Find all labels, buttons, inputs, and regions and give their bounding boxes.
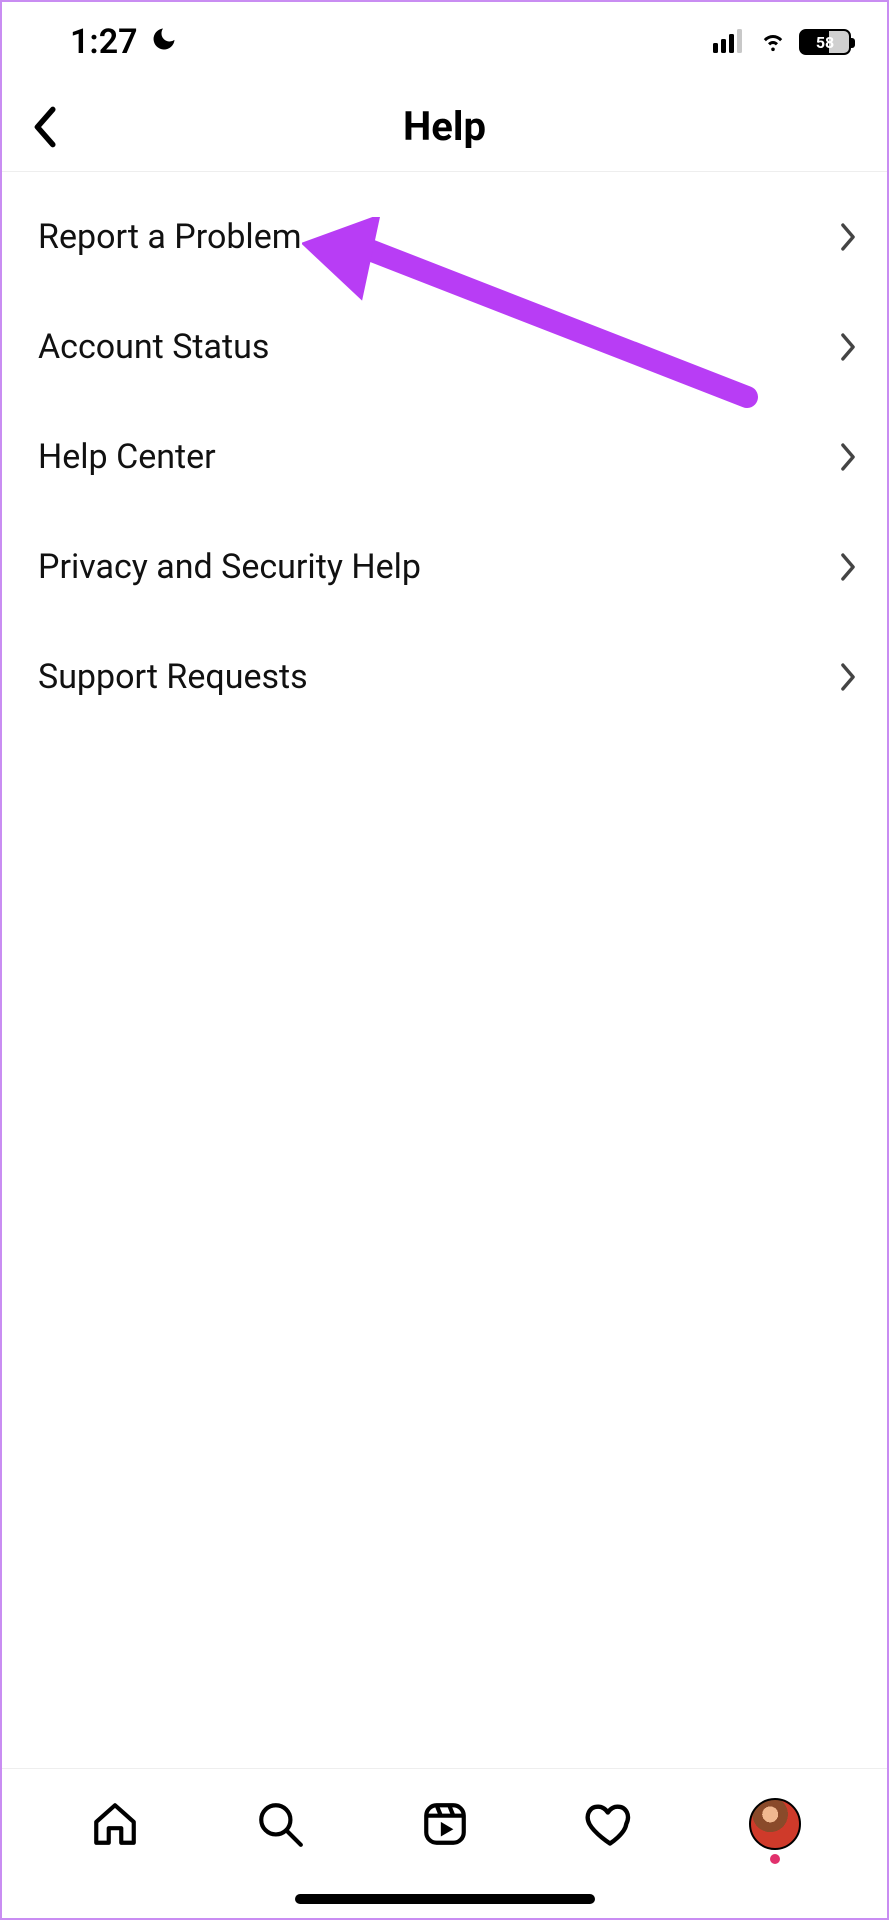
status-right: 58	[713, 22, 851, 62]
nav-reels-button[interactable]	[413, 1792, 477, 1856]
menu-item-label: Help Center	[38, 437, 216, 477]
battery-level: 58	[816, 33, 834, 52]
chevron-right-icon	[837, 550, 859, 584]
help-menu: Report a Problem Account Status Help Cen…	[2, 172, 887, 732]
home-icon	[90, 1799, 140, 1849]
status-left: 1:27	[70, 22, 178, 62]
chevron-right-icon	[837, 220, 859, 254]
avatar-icon	[749, 1798, 801, 1850]
menu-item-report-problem[interactable]: Report a Problem	[2, 182, 887, 292]
menu-item-label: Support Requests	[38, 657, 308, 697]
cellular-icon	[713, 22, 747, 62]
menu-item-label: Account Status	[38, 327, 269, 367]
chevron-right-icon	[837, 330, 859, 364]
bottom-nav	[2, 1768, 887, 1918]
nav-home-button[interactable]	[83, 1792, 147, 1856]
wifi-icon	[757, 22, 789, 62]
status-time: 1:27	[70, 22, 138, 62]
nav-search-button[interactable]	[248, 1792, 312, 1856]
chevron-right-icon	[837, 660, 859, 694]
status-bar: 1:27 58	[2, 2, 887, 82]
menu-item-label: Privacy and Security Help	[38, 547, 421, 587]
menu-item-support-requests[interactable]: Support Requests	[2, 622, 887, 732]
home-indicator	[295, 1894, 595, 1904]
nav-activity-button[interactable]	[578, 1792, 642, 1856]
chevron-left-icon	[29, 105, 59, 149]
menu-item-label: Report a Problem	[38, 217, 302, 257]
chevron-right-icon	[837, 440, 859, 474]
battery-icon: 58	[799, 29, 851, 55]
page-header: Help	[2, 82, 887, 172]
search-icon	[255, 1799, 305, 1849]
back-button[interactable]	[20, 103, 68, 151]
reels-icon	[420, 1799, 470, 1849]
page-title: Help	[403, 103, 486, 150]
menu-item-privacy-security[interactable]: Privacy and Security Help	[2, 512, 887, 622]
notification-dot-icon	[770, 1854, 780, 1864]
heart-icon	[584, 1798, 636, 1850]
moon-icon	[150, 22, 178, 62]
menu-item-help-center[interactable]: Help Center	[2, 402, 887, 512]
nav-profile-button[interactable]	[743, 1792, 807, 1856]
menu-item-account-status[interactable]: Account Status	[2, 292, 887, 402]
